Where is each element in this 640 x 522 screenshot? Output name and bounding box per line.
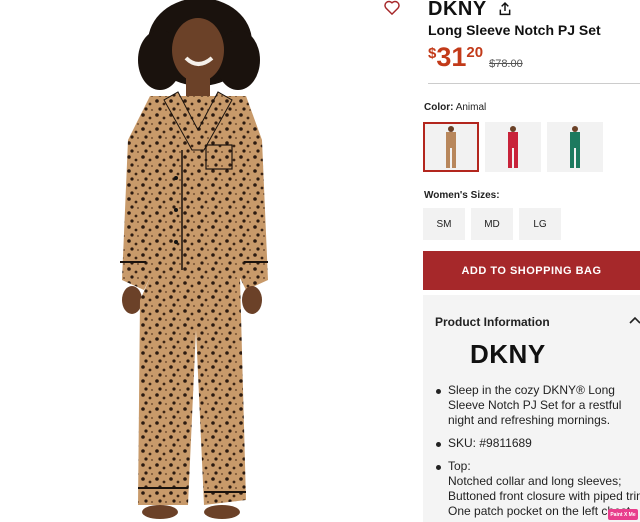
brand-name[interactable]: DKNY: [428, 0, 487, 21]
price: $ 31 20 $78.00: [428, 42, 523, 72]
size-md-button[interactable]: MD: [471, 208, 513, 240]
brand-logo: DKNY: [470, 339, 546, 369]
size-options: SM MD LG: [423, 208, 561, 240]
swatch-animal[interactable]: [423, 122, 479, 172]
color-swatches: [423, 122, 603, 172]
top-line: Notched collar and long sleeves;: [448, 474, 622, 488]
top-heading: Top:: [448, 459, 471, 473]
price-cents: 20: [466, 44, 484, 61]
product-details: DKNY Long Sleeve Notch PJ Set $ 31 20 $7…: [418, 0, 640, 522]
swatch-animal-thumb: [446, 126, 456, 168]
color-label: Color: Animal: [424, 102, 486, 113]
product-info-title[interactable]: Product Information: [435, 315, 550, 329]
product-info-list: Sleep in the cozy DKNY® Long Sleeve Notc…: [435, 383, 640, 522]
color-value: Animal: [455, 102, 487, 113]
list-item: Sleep in the cozy DKNY® Long Sleeve Notc…: [435, 383, 640, 428]
product-name: Long Sleeve Notch PJ Set: [428, 22, 601, 38]
favorite-button[interactable]: [384, 0, 418, 26]
size-sm-button[interactable]: SM: [423, 208, 465, 240]
price-currency: $: [428, 45, 437, 62]
top-line: Buttoned front closure with piped trim;: [448, 489, 640, 503]
swatch-green-thumb: [570, 126, 580, 168]
original-price: $78.00: [489, 58, 523, 70]
list-item: SKU: #9811689: [435, 436, 640, 451]
model-illustration: [120, 0, 268, 519]
divider: [428, 83, 640, 84]
share-icon[interactable]: [497, 1, 515, 19]
chevron-up-icon[interactable]: [629, 313, 640, 327]
brand-row: DKNY: [428, 0, 515, 21]
sizes-label: Women's Sizes:: [424, 190, 500, 201]
price-dollars: 31: [436, 42, 467, 72]
color-label-title: Color:: [424, 102, 454, 113]
swatch-red[interactable]: [485, 122, 541, 172]
swatch-green[interactable]: [547, 122, 603, 172]
add-to-bag-button[interactable]: ADD TO SHOPPING BAG: [423, 251, 640, 290]
product-image[interactable]: [0, 0, 418, 522]
swatch-red-thumb: [508, 126, 518, 168]
product-information-panel: Product Information DKNY Sleep in the co…: [423, 295, 640, 522]
paint-badge[interactable]: Paint X Me: [608, 509, 638, 520]
size-lg-button[interactable]: LG: [519, 208, 561, 240]
